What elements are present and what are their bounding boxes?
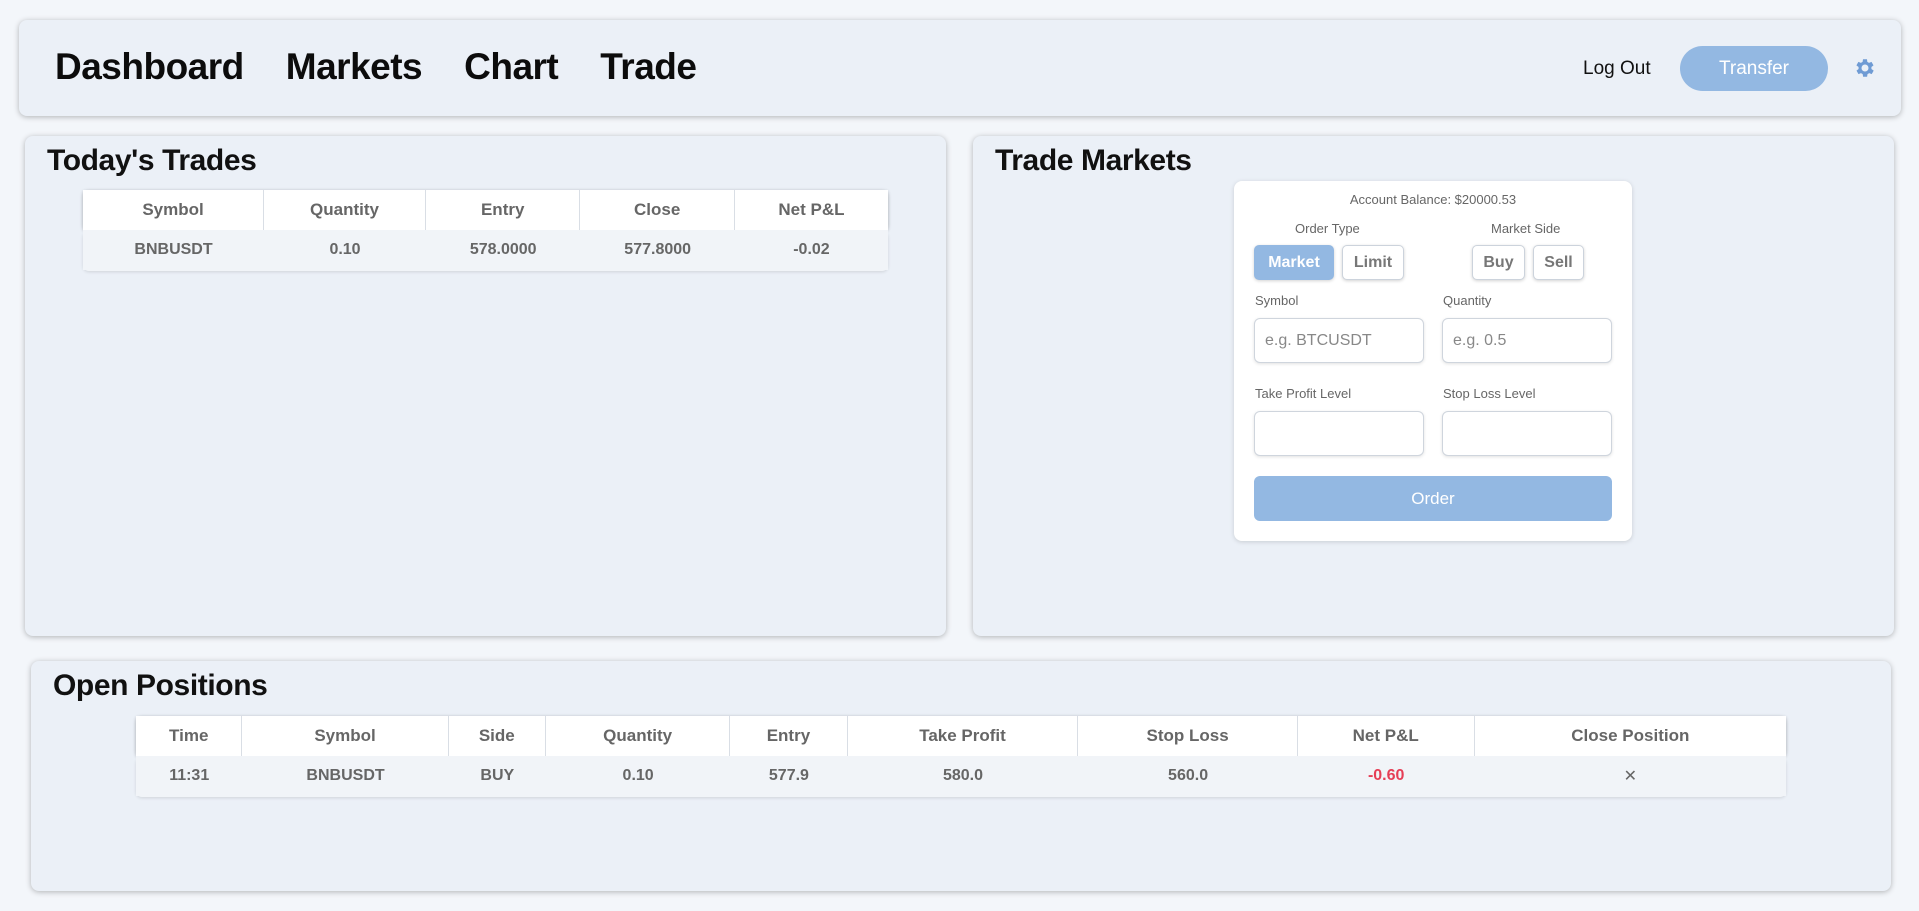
account-balance: Account Balance: $20000.53: [1349, 192, 1517, 207]
table-cell: -0.02: [734, 230, 888, 270]
top-navbar: Dashboard Markets Chart Trade Log Out Tr…: [19, 20, 1901, 116]
table-row: BNBUSDT 0.10 578.0000 577.8000 -0.02: [83, 230, 888, 270]
column-header: Quantity: [264, 190, 426, 230]
column-header: Symbol: [83, 190, 265, 230]
table-cell: 578.0000: [425, 230, 581, 270]
table-cell: BNBUSDT: [83, 230, 265, 270]
nav-chart[interactable]: Chart: [464, 44, 559, 90]
column-header: Close: [580, 190, 735, 230]
symbol-input[interactable]: [1254, 318, 1424, 363]
table-cell: BUY: [448, 756, 546, 796]
column-header: Time: [136, 716, 243, 756]
trade-markets-title: Trade Markets: [995, 144, 1192, 177]
table-cell: 580.0: [847, 756, 1079, 796]
table-cell: 0.10: [264, 230, 426, 270]
table-cell: 560.0: [1078, 756, 1298, 796]
open-positions-title: Open Positions: [53, 669, 268, 702]
side-buy-button[interactable]: Buy: [1472, 245, 1525, 280]
column-header: Side: [448, 716, 546, 756]
table-header-row: Symbol Quantity Entry Close Net P&L: [83, 190, 888, 230]
trade-markets-panel: Trade Markets Account Balance: $20000.53…: [973, 136, 1894, 636]
column-header: Symbol: [242, 716, 449, 756]
table-header-row: Time Symbol Side Quantity Entry Take Profit St…: [136, 716, 1786, 756]
positions-table: Time Symbol Side Quantity Entry Take Profit St…: [136, 716, 1786, 796]
table-cell: -0.60: [1297, 756, 1475, 796]
column-header: Entry: [730, 716, 848, 756]
column-header: Net P&L: [734, 190, 888, 230]
open-positions-panel: Open Positions Time Symbol Side Quantity Ent…: [31, 661, 1891, 891]
stop-loss-input[interactable]: [1442, 411, 1612, 456]
quantity-label: Quantity: [1443, 293, 1492, 308]
nav-trade[interactable]: Trade: [600, 44, 697, 90]
order-type-limit-button[interactable]: Limit: [1342, 245, 1404, 280]
nav-markets[interactable]: Markets: [286, 44, 423, 90]
table-cell: 577.9: [730, 756, 848, 796]
table-cell: 577.8000: [580, 230, 735, 270]
take-profit-label: Take Profit Level: [1255, 386, 1352, 401]
transfer-button[interactable]: Transfer: [1680, 46, 1828, 91]
column-header: Entry: [425, 190, 581, 230]
nav-dashboard[interactable]: Dashboard: [55, 44, 244, 90]
column-header: Stop Loss: [1078, 716, 1298, 756]
table-cell: BNBUSDT: [242, 756, 449, 796]
order-type-label: Order Type: [1295, 221, 1360, 236]
table-cell: 11:31: [136, 756, 243, 796]
todays-trades-panel: Today's Trades Symbol Quantity Entry Close N…: [25, 136, 946, 636]
symbol-label: Symbol: [1255, 293, 1299, 308]
quantity-input[interactable]: [1442, 318, 1612, 363]
side-sell-button[interactable]: Sell: [1533, 245, 1584, 280]
column-header: Net P&L: [1297, 716, 1475, 756]
order-button[interactable]: Order: [1254, 476, 1612, 521]
stop-loss-label: Stop Loss Level: [1443, 386, 1536, 401]
trades-table: Symbol Quantity Entry Close Net P&L BNBUSDT 0…: [83, 190, 888, 270]
column-header: Quantity: [545, 716, 731, 756]
table-row: 11:31 BNBUSDT BUY 0.10 577.9 580.0 560.0 -0.60 ✕: [136, 756, 1786, 796]
main-nav: Dashboard Markets Chart Trade: [55, 44, 697, 90]
order-form: Account Balance: $20000.53 Order Type Ma…: [1234, 181, 1632, 541]
logout-link[interactable]: Log Out: [1583, 55, 1651, 83]
column-header: Close Position: [1474, 716, 1786, 756]
todays-trades-title: Today's Trades: [47, 144, 257, 177]
take-profit-input[interactable]: [1254, 411, 1424, 456]
gear-icon[interactable]: [1853, 56, 1877, 80]
close-position-icon[interactable]: ✕: [1474, 756, 1786, 796]
order-type-market-button[interactable]: Market: [1254, 245, 1334, 280]
column-header: Take Profit: [847, 716, 1079, 756]
market-side-label: Market Side: [1491, 221, 1561, 236]
table-cell: 0.10: [545, 756, 731, 796]
